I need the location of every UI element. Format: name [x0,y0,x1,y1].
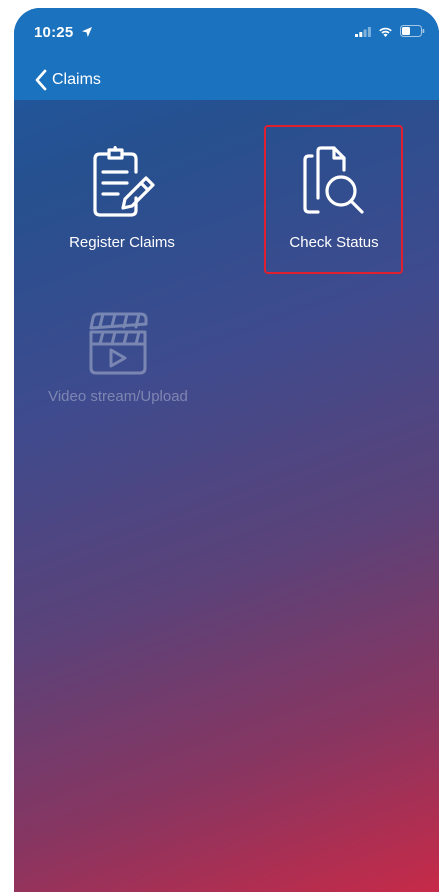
register-claims-tile[interactable]: Register Claims [52,146,192,251]
check-status-label: Check Status [289,234,379,251]
status-time-text: 10:25 [34,24,74,41]
location-arrow-icon [81,27,92,37]
document-search-icon [303,146,364,214]
header: 10:25 Claims [14,8,439,100]
clipboard-edit-icon [93,146,155,217]
status-icons [355,25,425,37]
check-status-tile[interactable]: Check Status [264,126,404,274]
battery-icon [400,25,425,37]
nav-bar: Claims [14,66,439,96]
status-time: 10:25 [34,24,93,41]
video-stream-upload-tile[interactable]: Video stream/Upload [28,306,208,405]
chevron-left-icon [35,69,47,91]
clapperboard-icon [89,312,148,375]
back-button[interactable]: Claims [34,66,101,94]
back-label: Claims [52,71,101,88]
status-bar: 10:25 [14,8,439,54]
video-stream-upload-label: Video stream/Upload [48,388,188,405]
wifi-icon [379,27,392,37]
signal-icon [355,26,371,37]
phone-screen: 10:25 Claims Register Claims Check Statu… [14,8,439,892]
register-claims-label: Register Claims [69,234,175,251]
